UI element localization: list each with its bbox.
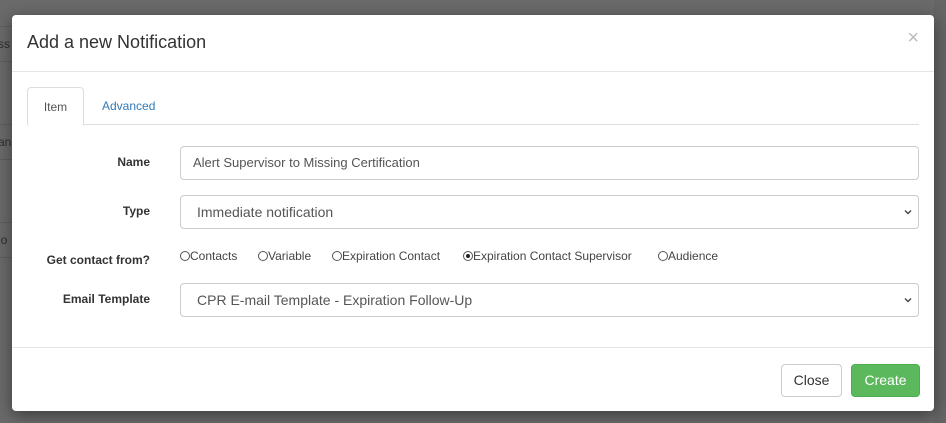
radio-label: Expiration Contact Supervisor <box>473 249 632 263</box>
name-input[interactable]: Alert Supervisor to Missing Certificatio… <box>180 146 919 180</box>
tab-advanced[interactable]: Advanced <box>88 87 169 125</box>
create-button[interactable]: Create <box>851 364 920 397</box>
background-fragment: an <box>0 135 12 149</box>
name-label: Name <box>117 155 150 169</box>
radio-label: Contacts <box>190 249 238 263</box>
background-row: io <box>0 222 12 258</box>
chevron-down-icon <box>904 298 912 303</box>
radio-label: Variable <box>268 249 312 263</box>
radio-variable[interactable]: Variable <box>258 249 311 263</box>
modal-title: Add a new Notification <box>27 32 207 52</box>
type-select-value: Immediate notification <box>197 204 334 220</box>
background-row: ss <box>0 26 12 62</box>
background-fragment: ss <box>0 37 10 51</box>
modal-footer: Close Create <box>12 347 934 411</box>
radio-icon[interactable] <box>180 251 190 261</box>
type-select[interactable]: Immediate notification <box>180 195 919 229</box>
contact-from-label: Get contact from? <box>46 253 150 267</box>
radio-expiration-contact[interactable]: Expiration Contact <box>332 249 440 263</box>
radio-icon[interactable] <box>258 251 268 261</box>
radio-expiration-contact-supervisor[interactable]: Expiration Contact Supervisor <box>463 249 632 263</box>
radio-icon[interactable] <box>658 251 668 261</box>
email-template-select-value: CPR E-mail Template - Expiration Follow-… <box>197 292 473 308</box>
tab-item[interactable]: Item <box>27 87 84 126</box>
radio-label: Expiration Contact <box>342 249 441 263</box>
tab-bar: Item Advanced <box>27 87 919 126</box>
close-button[interactable]: Close <box>781 364 842 397</box>
background-row: an <box>0 124 12 160</box>
email-template-label: Email Template <box>62 292 150 306</box>
radio-audience[interactable]: Audience <box>658 249 718 263</box>
email-template-select[interactable]: CPR E-mail Template - Expiration Follow-… <box>180 283 919 317</box>
background-right-edge <box>934 0 946 423</box>
radio-icon[interactable] <box>332 251 342 261</box>
background-fragment: io <box>0 233 8 247</box>
radio-contacts[interactable]: Contacts <box>180 249 237 263</box>
close-icon[interactable]: × <box>907 28 919 48</box>
radio-icon[interactable] <box>463 251 473 261</box>
chevron-down-icon <box>904 210 912 215</box>
type-label: Type <box>122 204 150 218</box>
notification-modal: Add a new Notification × Item Advanced N… <box>12 15 934 411</box>
modal-header: Add a new Notification × <box>12 15 934 72</box>
radio-label: Audience <box>668 249 719 263</box>
